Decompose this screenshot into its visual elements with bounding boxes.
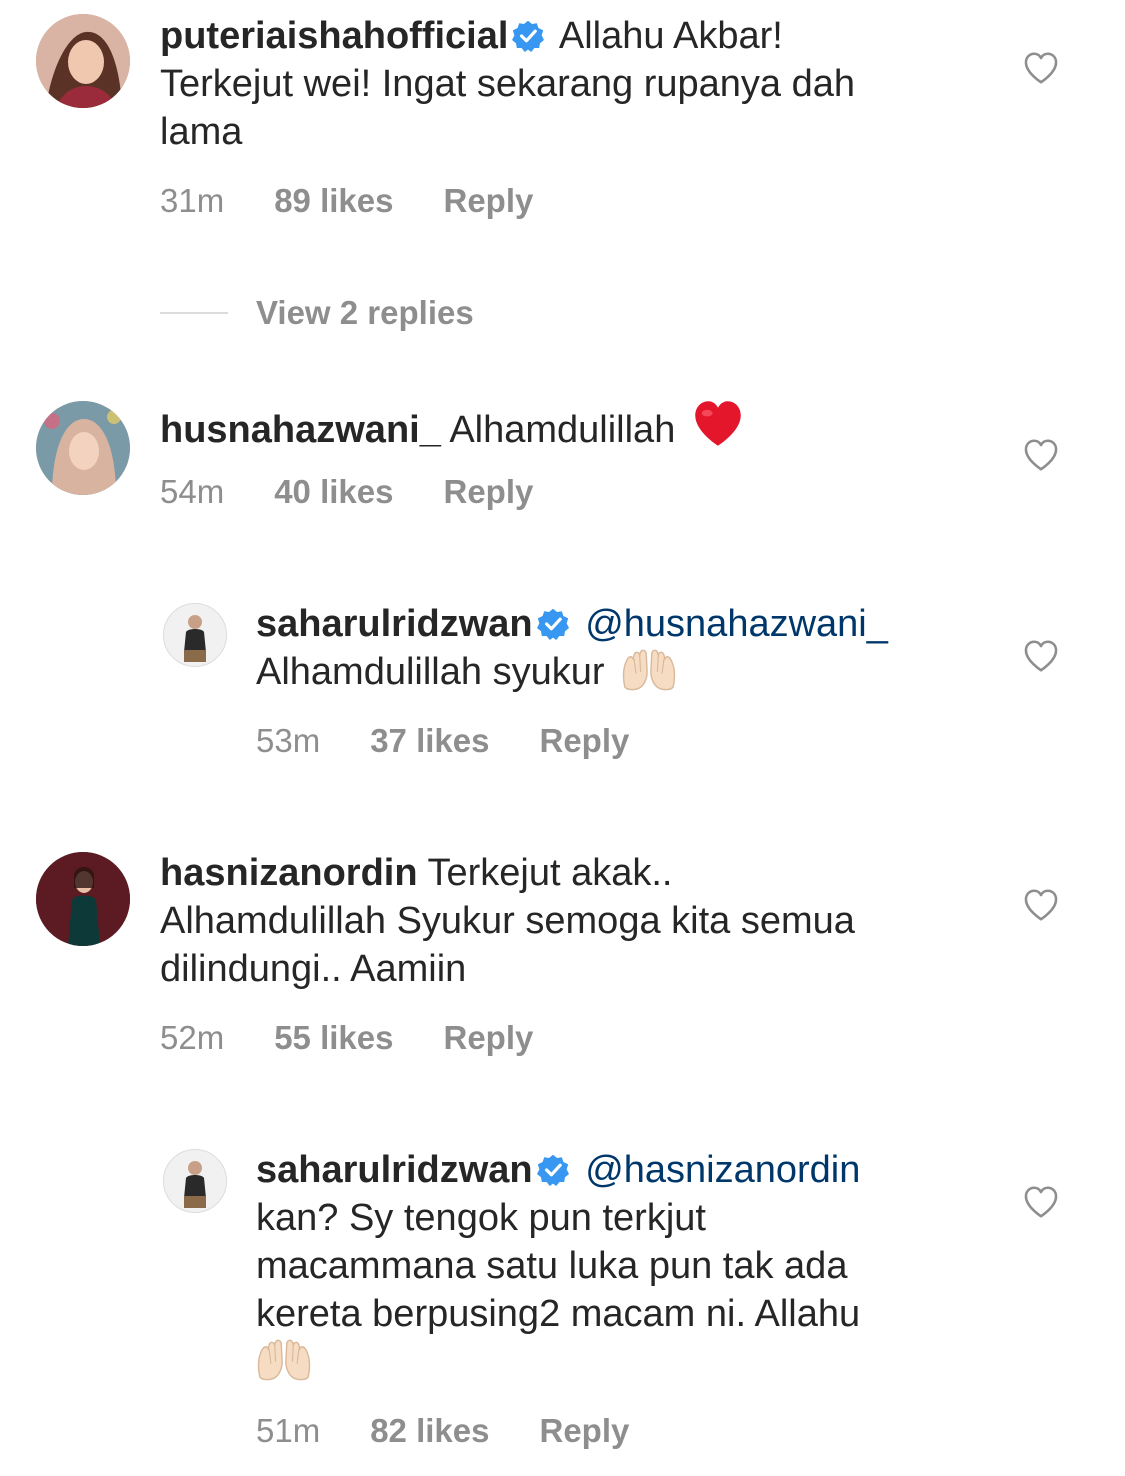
red-heart-icon <box>692 398 744 450</box>
timestamp: 51m <box>256 1412 321 1449</box>
comment-text: kereta berpusing2 macam ni. Allahu <box>256 1293 861 1335</box>
view-replies-label: View 2 replies <box>256 294 474 331</box>
comment-text: Alhamdulillah <box>449 409 676 451</box>
timestamp: 31m <box>160 182 225 219</box>
likes-count[interactable]: 40 likes <box>274 473 393 510</box>
timestamp: 54m <box>160 473 225 510</box>
comment-text: Alhamdulillah syukur <box>256 651 605 693</box>
avatar[interactable] <box>36 14 130 108</box>
like-heart-icon[interactable] <box>1021 1183 1061 1221</box>
comment-body: saharulridzwan @husnahazwani_ Alhamdulil… <box>256 600 976 696</box>
reply-button[interactable]: Reply <box>443 182 533 219</box>
verified-badge-icon <box>512 20 544 52</box>
view-replies-button[interactable]: View 2 replies <box>160 288 474 338</box>
user-photo-icon <box>164 1150 226 1212</box>
comment-text: Terkejut akak.. <box>427 852 673 894</box>
user-photo-icon <box>36 852 130 946</box>
comment-text: dilindungi.. Aamiin <box>160 948 467 990</box>
reply-button[interactable]: Reply <box>539 1412 629 1449</box>
reply-button[interactable]: Reply <box>539 722 629 759</box>
comment-meta: 31m 89 likes Reply <box>160 182 583 220</box>
comment-body: husnahazwani_ Alhamdulillah <box>160 398 980 454</box>
comment-text: kan? Sy tengok pun terkjut <box>256 1197 706 1239</box>
timestamp: 52m <box>160 1019 225 1056</box>
divider-line <box>160 312 228 314</box>
avatar[interactable] <box>163 603 227 667</box>
comment-body: saharulridzwan @hasnizanordin kan? Sy te… <box>256 1146 976 1386</box>
avatar[interactable] <box>163 1149 227 1213</box>
user-photo-icon <box>36 14 130 108</box>
comment-meta: 52m 55 likes Reply <box>160 1019 583 1057</box>
comment-meta: 51m 82 likes Reply <box>256 1412 679 1450</box>
likes-count[interactable]: 82 likes <box>370 1412 489 1449</box>
mention-link[interactable]: @husnahazwani_ <box>585 603 888 645</box>
comment-meta: 54m 40 likes Reply <box>160 473 583 511</box>
avatar[interactable] <box>36 401 130 495</box>
raised-hands-icon <box>621 648 677 692</box>
reply-button[interactable]: Reply <box>443 1019 533 1056</box>
reply-button[interactable]: Reply <box>443 473 533 510</box>
timestamp: 53m <box>256 722 321 759</box>
username-link[interactable]: husnahazwani_ <box>160 409 441 451</box>
verified-badge-icon <box>537 608 569 640</box>
likes-count[interactable]: 37 likes <box>370 722 489 759</box>
comment-meta: 53m 37 likes Reply <box>256 722 679 760</box>
raised-hands-icon <box>256 1338 312 1382</box>
like-heart-icon[interactable] <box>1021 436 1061 474</box>
comment-text: Alhamdulillah Syukur semoga kita semua <box>160 900 855 942</box>
comment-text: macammana satu luka pun tak ada <box>256 1245 848 1287</box>
comment-body: puteriaishahofficial Allahu Akbar! Terke… <box>160 12 980 156</box>
comment-text: Terkejut wei! Ingat sekarang rupanya dah <box>160 63 855 105</box>
username-link[interactable]: saharulridzwan <box>256 603 533 645</box>
like-heart-icon[interactable] <box>1021 49 1061 87</box>
like-heart-icon[interactable] <box>1021 886 1061 924</box>
user-photo-icon <box>36 401 130 495</box>
comment-text: Allahu Akbar! <box>558 15 783 57</box>
verified-badge-icon <box>537 1154 569 1186</box>
like-heart-icon[interactable] <box>1021 637 1061 675</box>
user-photo-icon <box>164 604 226 666</box>
likes-count[interactable]: 55 likes <box>274 1019 393 1056</box>
username-link[interactable]: hasnizanordin <box>160 852 418 894</box>
mention-link[interactable]: @hasnizanordin <box>585 1149 860 1191</box>
comment-text: lama <box>160 111 243 153</box>
username-link[interactable]: puteriaishahofficial <box>160 15 508 57</box>
avatar[interactable] <box>36 852 130 946</box>
username-link[interactable]: saharulridzwan <box>256 1149 533 1191</box>
likes-count[interactable]: 89 likes <box>274 182 393 219</box>
comment-body: hasnizanordin Terkejut akak.. Alhamdulil… <box>160 849 980 993</box>
